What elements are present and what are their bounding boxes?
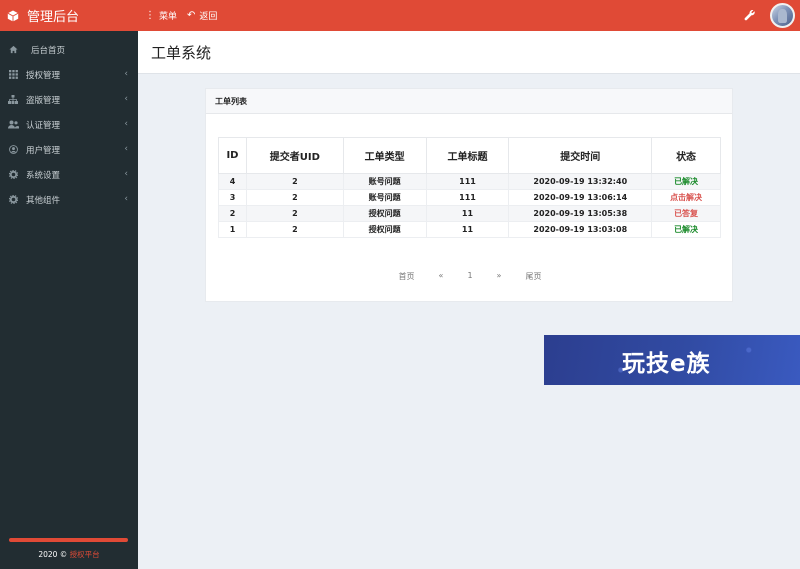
home-icon	[7, 44, 19, 56]
page-first-link[interactable]: 首页	[399, 271, 415, 282]
sidebar-item-label: 后台首页	[31, 45, 66, 56]
menu-label: 菜单	[159, 12, 178, 22]
gear-icon	[7, 194, 19, 206]
ticket-panel: 工单列表 ID 提交者UID 工单类型 工单标题 提交时间 状态 4 2 账号问…	[205, 88, 733, 302]
menu-button[interactable]: ⋮ 菜单	[145, 9, 177, 22]
banner-text: 玩技e族	[622, 351, 711, 377]
back-button[interactable]: ↶ 返回	[187, 9, 217, 22]
cell-type: 授权问题	[342, 205, 427, 222]
cell-type: 账号问题	[342, 189, 427, 206]
column-header: 工单标题	[425, 137, 510, 174]
cell-uid: 2	[245, 173, 344, 190]
sidebar-item-settings[interactable]: 系统设置 ‹	[0, 162, 138, 187]
status-badge: 已答复	[651, 205, 721, 222]
cube-icon	[7, 10, 19, 21]
page-title: 工单系统	[151, 44, 212, 62]
user-circle-icon	[7, 144, 19, 156]
resolve-link[interactable]: 点击解决	[651, 189, 721, 206]
cell-title: 111	[425, 189, 510, 206]
sidebar-item-components[interactable]: 其他组件 ‹	[0, 187, 138, 212]
column-header: 状态	[651, 137, 721, 174]
cell-title: 11	[425, 221, 510, 238]
ticket-table: ID 提交者UID 工单类型 工单标题 提交时间 状态 4 2 账号问题 111…	[218, 137, 721, 238]
table-header-row: ID 提交者UID 工单类型 工单标题 提交时间 状态	[218, 137, 721, 174]
pagination: 首页 « 1 » 尾页	[206, 271, 734, 282]
page-current[interactable]: 1	[467, 271, 472, 282]
table-row: 2 2 授权问题 11 2020-09-19 13:05:38 已答复	[218, 205, 721, 222]
column-header: 提交者UID	[245, 137, 344, 174]
page-next-link[interactable]: »	[497, 271, 502, 282]
chevron-left-icon: ‹	[124, 94, 128, 104]
sidebar-item-piracy[interactable]: 盗版管理 ‹	[0, 87, 138, 112]
column-header: 工单类型	[342, 137, 427, 174]
cell-id: 3	[218, 189, 247, 206]
back-label: 返回	[199, 12, 218, 22]
sidebar-item-label: 认证管理	[26, 120, 61, 131]
grid-icon	[7, 69, 19, 81]
chevron-left-icon: ‹	[124, 119, 128, 129]
footer-text: 2020 ©	[38, 550, 70, 559]
cell-uid: 2	[245, 189, 344, 206]
sidebar-footer: 2020 © 授权平台	[0, 549, 138, 560]
top-nav: ⋮ 菜单 ↶ 返回	[145, 0, 227, 31]
cell-time: 2020-09-19 13:05:38	[508, 205, 653, 222]
table-row: 3 2 账号问题 111 2020-09-19 13:06:14 点击解决	[218, 189, 721, 206]
sidebar-item-label: 盗版管理	[26, 95, 61, 106]
column-header: ID	[218, 137, 247, 174]
cell-uid: 2	[245, 221, 344, 238]
gear-icon	[7, 169, 19, 181]
footer-link[interactable]: 授权平台	[70, 550, 100, 559]
sidebar-item-label: 用户管理	[26, 145, 61, 156]
page-prev-link[interactable]: «	[439, 271, 444, 282]
sidebar: 后台首页 授权管理 ‹ 盗版管理 ‹ 认证管理 ‹ 用户管理 ‹ 系统设置 ‹	[0, 31, 138, 569]
page-last-link[interactable]: 尾页	[525, 271, 541, 282]
sidebar-item-users[interactable]: 用户管理 ‹	[0, 137, 138, 162]
brand-title: 管理后台	[27, 10, 80, 25]
sidebar-item-license[interactable]: 授权管理 ‹	[0, 62, 138, 87]
chevron-left-icon: ‹	[124, 144, 128, 154]
cell-time: 2020-09-19 13:32:40	[508, 173, 653, 190]
column-header: 提交时间	[508, 137, 653, 174]
cell-id: 4	[218, 173, 247, 190]
panel-title: 工单列表	[206, 89, 732, 114]
cell-time: 2020-09-19 13:03:08	[508, 221, 653, 238]
sitemap-icon	[7, 94, 19, 106]
table-row: 4 2 账号问题 111 2020-09-19 13:32:40 已解决	[218, 173, 721, 190]
brand[interactable]: 管理后台	[0, 0, 138, 31]
cell-id: 2	[218, 205, 247, 222]
avatar[interactable]	[770, 3, 795, 28]
cell-type: 账号问题	[342, 173, 427, 190]
sidebar-item-label: 系统设置	[26, 170, 61, 181]
cell-uid: 2	[245, 205, 344, 222]
status-badge: 已解决	[651, 221, 721, 238]
watermark-banner: 玩技e族	[544, 335, 800, 385]
chevron-left-icon: ‹	[124, 194, 128, 204]
users-icon	[7, 119, 19, 131]
top-navbar: 管理后台 ⋮ 菜单 ↶ 返回	[0, 0, 800, 31]
table-row: 1 2 授权问题 11 2020-09-19 13:03:08 已解决	[218, 221, 721, 238]
cell-time: 2020-09-19 13:06:14	[508, 189, 653, 206]
sidebar-item-auth[interactable]: 认证管理 ‹	[0, 112, 138, 137]
cell-title: 111	[425, 173, 510, 190]
chevron-left-icon: ‹	[124, 169, 128, 179]
sidebar-item-label: 授权管理	[26, 70, 61, 81]
vertical-dots-icon: ⋮	[145, 9, 155, 21]
wrench-icon[interactable]	[744, 9, 756, 21]
cell-type: 授权问题	[342, 221, 427, 238]
sidebar-item-label: 其他组件	[26, 195, 61, 206]
cell-id: 1	[218, 221, 247, 238]
sidebar-item-home[interactable]: 后台首页	[0, 37, 138, 62]
cell-title: 11	[425, 205, 510, 222]
sidebar-accent-bar	[9, 538, 128, 542]
chevron-left-icon: ‹	[124, 69, 128, 79]
content-header: 工单系统	[138, 31, 800, 74]
undo-icon: ↶	[187, 9, 196, 21]
status-badge: 已解决	[651, 173, 721, 190]
